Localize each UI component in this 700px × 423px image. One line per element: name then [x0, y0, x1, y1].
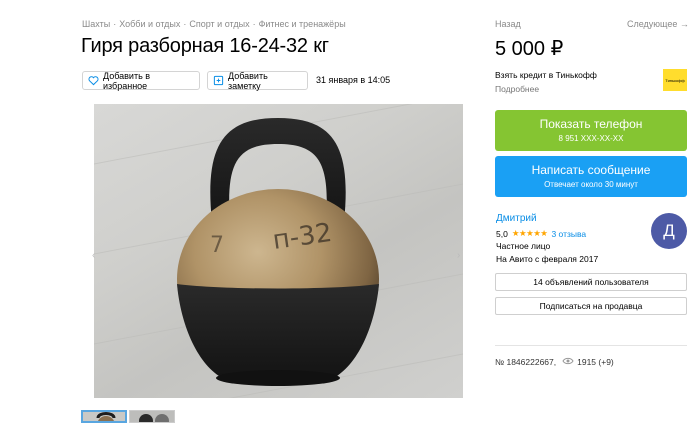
seller-type: Частное лицо: [496, 241, 551, 251]
chevron-left-icon[interactable]: ‹: [92, 250, 95, 261]
main-photo[interactable]: п-32 7: [94, 104, 463, 398]
eye-icon: [562, 357, 574, 367]
write-message-label: Написать сообщение: [531, 163, 651, 177]
star-icons: ★★★★★: [511, 228, 548, 238]
views-count: 1915 (+9): [577, 357, 614, 367]
page-title: Гиря разборная 16-24-32 кг: [81, 35, 329, 57]
ad-meta: № 1846222667, 1915 (+9): [495, 357, 614, 367]
subscribe-button[interactable]: Подписаться на продавца: [495, 297, 687, 315]
back-link[interactable]: Назад: [495, 19, 521, 29]
add-note-label: Добавить заметку: [228, 70, 268, 91]
svg-text:7: 7: [210, 233, 224, 258]
avatar[interactable]: Д: [651, 213, 687, 249]
note-icon: [213, 75, 224, 86]
credit-title[interactable]: Взять кредит в Тинькофф: [495, 70, 597, 80]
bank-logo: Тинькофф: [663, 69, 687, 91]
price: 5 000 ₽: [495, 38, 564, 60]
rating-value: 5,0: [496, 228, 508, 239]
show-phone-label: Показать телефон: [539, 117, 643, 131]
breadcrumb-item[interactable]: Фитнес и тренажёры: [259, 19, 346, 29]
publish-date: 31 января в 14:05: [316, 75, 391, 85]
show-phone-button[interactable]: Показать телефон 8 951 XXX-XX-XX: [495, 110, 687, 151]
credit-details-link[interactable]: Подробнее: [495, 84, 597, 94]
reply-time: Отвечает около 30 минут: [544, 180, 638, 189]
seller-name[interactable]: Дмитрий: [496, 213, 537, 224]
seller-since: На Авито с февраля 2017: [496, 254, 599, 264]
seller-rating: 5,0 ★★★★★ 3 отзыва: [496, 228, 586, 239]
chevron-right-icon[interactable]: ›: [457, 250, 460, 261]
breadcrumb-separator: ·: [113, 19, 117, 29]
breadcrumb-separator: ·: [252, 19, 256, 29]
next-link[interactable]: Следующее →: [627, 19, 689, 29]
breadcrumb-item[interactable]: Спорт и отдых: [189, 19, 249, 29]
ad-number: № 1846222667,: [495, 357, 557, 367]
kettlebell-image: п-32 7: [94, 104, 463, 398]
photo-thumbnails: [81, 410, 175, 423]
heart-icon: [88, 75, 99, 86]
write-message-button[interactable]: Написать сообщение Отвечает около 30 мин…: [495, 156, 687, 197]
divider: [495, 345, 687, 346]
add-to-favorites-button[interactable]: Добавить в избранное: [82, 70, 200, 91]
credit-offer: Взять кредит в Тинькофф Подробнее: [495, 70, 597, 94]
thumbnail[interactable]: [129, 410, 175, 423]
user-ads-button[interactable]: 14 объявлений пользователя: [495, 273, 687, 291]
phone-number: 8 951 XXX-XX-XX: [558, 134, 624, 143]
thumbnail[interactable]: [81, 410, 127, 423]
breadcrumb: Шахты · Хобби и отдых · Спорт и отдых · Фитнес…: [82, 19, 346, 29]
breadcrumb-separator: ·: [183, 19, 187, 29]
breadcrumb-item[interactable]: Шахты: [82, 19, 110, 29]
breadcrumb-item[interactable]: Хобби и отдых: [119, 19, 180, 29]
add-to-favorites-label: Добавить в избранное: [103, 70, 151, 91]
add-note-button[interactable]: Добавить заметку: [207, 70, 308, 91]
reviews-link[interactable]: 3 отзыва: [551, 229, 586, 239]
